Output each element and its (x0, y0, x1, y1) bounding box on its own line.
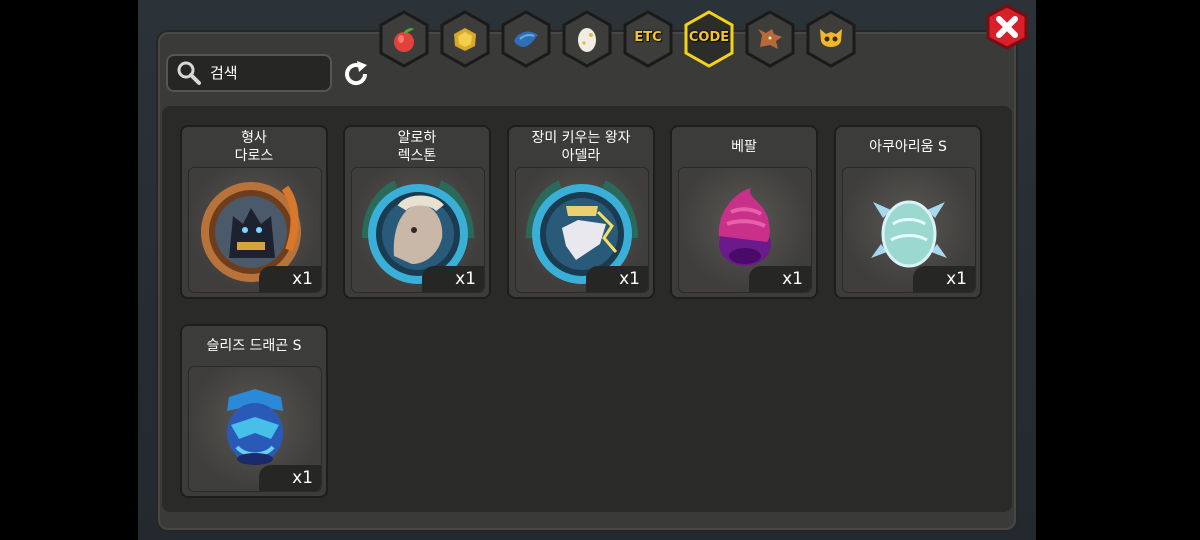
item-name: 베팔 (731, 139, 757, 155)
search-input[interactable] (208, 63, 322, 83)
item-card[interactable]: 베팔 x1 (670, 125, 818, 299)
item-quantity: x1 (913, 266, 975, 292)
fruit-icon (394, 28, 414, 52)
item-card[interactable]: 형사 다로스 x1 (180, 125, 328, 299)
item-name: 장미 키우는 왕자 아델라 (531, 130, 631, 164)
item-card[interactable]: 알로하 렉스톤 x1 (343, 125, 491, 299)
dragon-head-icon (758, 29, 782, 49)
close-icon (986, 4, 1028, 50)
tab-fruit[interactable] (378, 10, 430, 68)
tab-code[interactable]: CODE (683, 10, 735, 68)
item-card[interactable]: 슬리즈 드래곤 S x1 (180, 324, 328, 498)
search-box[interactable] (166, 54, 332, 92)
item-card[interactable]: 장미 키우는 왕자 아델라 x1 (507, 125, 655, 299)
item-name: 슬리즈 드래곤 S (206, 338, 302, 354)
item-quantity: x1 (422, 266, 484, 292)
tab-etc[interactable]: ETC (622, 10, 674, 68)
item-quantity: x1 (259, 465, 321, 491)
tab-gold[interactable] (439, 10, 491, 68)
tab-mask[interactable] (805, 10, 857, 68)
item-quantity: x1 (259, 266, 321, 292)
gold-ore-icon (454, 28, 476, 51)
item-quantity: x1 (586, 266, 648, 292)
tab-fish[interactable] (500, 10, 552, 68)
item-card[interactable]: 아쿠아리움 S x1 (834, 125, 982, 299)
refresh-icon (345, 61, 368, 86)
search-icon (177, 61, 201, 85)
item-quantity: x1 (749, 266, 811, 292)
mask-icon (820, 29, 842, 47)
tab-dragon[interactable] (744, 10, 796, 68)
item-name: 알로하 렉스톤 (397, 130, 437, 164)
item-name: 아쿠아리움 S (869, 139, 947, 155)
tab-egg[interactable] (561, 10, 613, 68)
item-name: 형사 다로스 (234, 130, 274, 164)
egg-icon (578, 28, 596, 52)
fish-icon (514, 31, 538, 47)
close-button[interactable] (984, 4, 1030, 50)
refresh-button[interactable] (340, 58, 372, 90)
